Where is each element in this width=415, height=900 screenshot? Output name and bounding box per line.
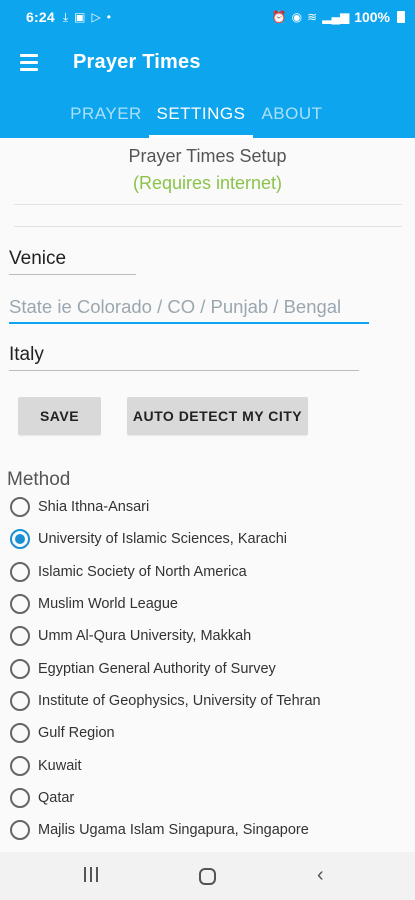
method-option[interactable]: Islamic Society of North America [10,556,321,588]
system-nav-bar: ‹ [0,852,415,900]
home-icon[interactable] [199,868,216,885]
status-bar: 6:24 ⤓ ▣ ▷ • ⏰ ◉ ≋ ▂▄▆ 100% [0,0,415,34]
radio-button[interactable] [10,626,30,647]
save-button[interactable]: SAVE [18,397,101,435]
setup-note: (Requires internet) [132,173,283,193]
status-notification-icons: ⤓ ▣ ▷ • [63,10,111,25]
signal-icon: ▂▄▆ [322,10,350,24]
setup-title: Prayer Times Setup [128,146,287,166]
country-field[interactable] [9,344,359,371]
hamburger-menu-icon[interactable] [20,53,38,71]
alarm-icon: ⏰ [271,10,287,24]
battery-icon [397,11,405,23]
battery-level: 100% [354,9,390,25]
method-option[interactable]: Qatar [10,782,321,814]
method-label: Method [7,469,71,490]
method-option-label: Gulf Region [38,725,115,742]
status-time: 6:24 [26,9,55,25]
app-title: Prayer Times [73,50,201,73]
method-option[interactable]: Umm Al-Qura University, Makkah [10,620,321,652]
method-option-label: University of Islamic Sciences, Karachi [38,531,287,548]
method-option[interactable]: Egyptian General Authority of Survey [10,652,321,684]
back-icon[interactable]: ‹ [317,865,324,885]
method-option-label: Egyptian General Authority of Survey [38,660,276,677]
method-option[interactable]: University of Islamic Sciences, Karachi [10,523,321,555]
tab-settings[interactable]: SETTINGS [149,90,253,138]
divider [14,226,402,227]
tab-bar: PRAYER SETTINGS ABOUT [0,90,415,138]
method-option-label: Shia Ithna-Ansari [38,499,150,516]
radio-button[interactable] [10,755,30,776]
radio-button-selected[interactable] [10,529,30,550]
tab-about[interactable]: ABOUT [253,90,331,138]
app-bar: Prayer Times [0,34,415,90]
radio-button[interactable] [10,787,30,808]
method-option-label: Muslim World League [38,596,178,613]
radio-button[interactable] [10,594,30,615]
divider [14,204,402,205]
method-radio-group: Shia Ithna-Ansari University of Islamic … [10,491,321,846]
volte-icon: ≋ [307,10,318,24]
method-option-label: Qatar [38,789,75,806]
method-option[interactable]: Muslim World League [10,588,321,620]
method-option[interactable]: Majlis Ugama Islam Singapura, Singapore [10,814,321,846]
radio-button[interactable] [10,561,30,582]
radio-button[interactable] [10,497,30,518]
settings-content: Prayer Times Setup (Requires internet) [0,138,415,194]
method-option[interactable]: Shia Ithna-Ansari [10,491,321,523]
method-option-label: Umm Al-Qura University, Makkah [38,628,252,645]
play-icon: ▷ [91,10,101,24]
status-system-icons: ⏰ ◉ ≋ ▂▄▆ 100% [272,9,405,25]
method-option[interactable]: Institute of Geophysics, University of T… [10,685,321,717]
recent-apps-icon[interactable] [84,867,98,882]
method-option-label: Kuwait [38,757,82,774]
radio-button[interactable] [10,658,30,679]
tab-prayer[interactable]: PRAYER [63,90,149,138]
method-option-label: Majlis Ugama Islam Singapura, Singapore [38,822,309,839]
city-field[interactable] [9,248,136,275]
method-option[interactable]: Gulf Region [10,717,321,749]
radio-button[interactable] [10,690,30,711]
radio-button[interactable] [10,820,30,841]
download-icon: ⤓ [62,9,69,24]
state-field[interactable] [9,296,369,324]
image-icon: ▣ [74,10,86,24]
auto-detect-city-button[interactable]: AUTO DETECT MY CITY [127,397,308,435]
hotspot-icon: ◉ [291,10,303,24]
method-option-label: Institute of Geophysics, University of T… [38,692,321,709]
method-option-label: Islamic Society of North America [38,563,247,580]
method-option[interactable]: Kuwait [10,749,321,781]
radio-button[interactable] [10,723,30,744]
dot-icon: • [106,10,111,24]
